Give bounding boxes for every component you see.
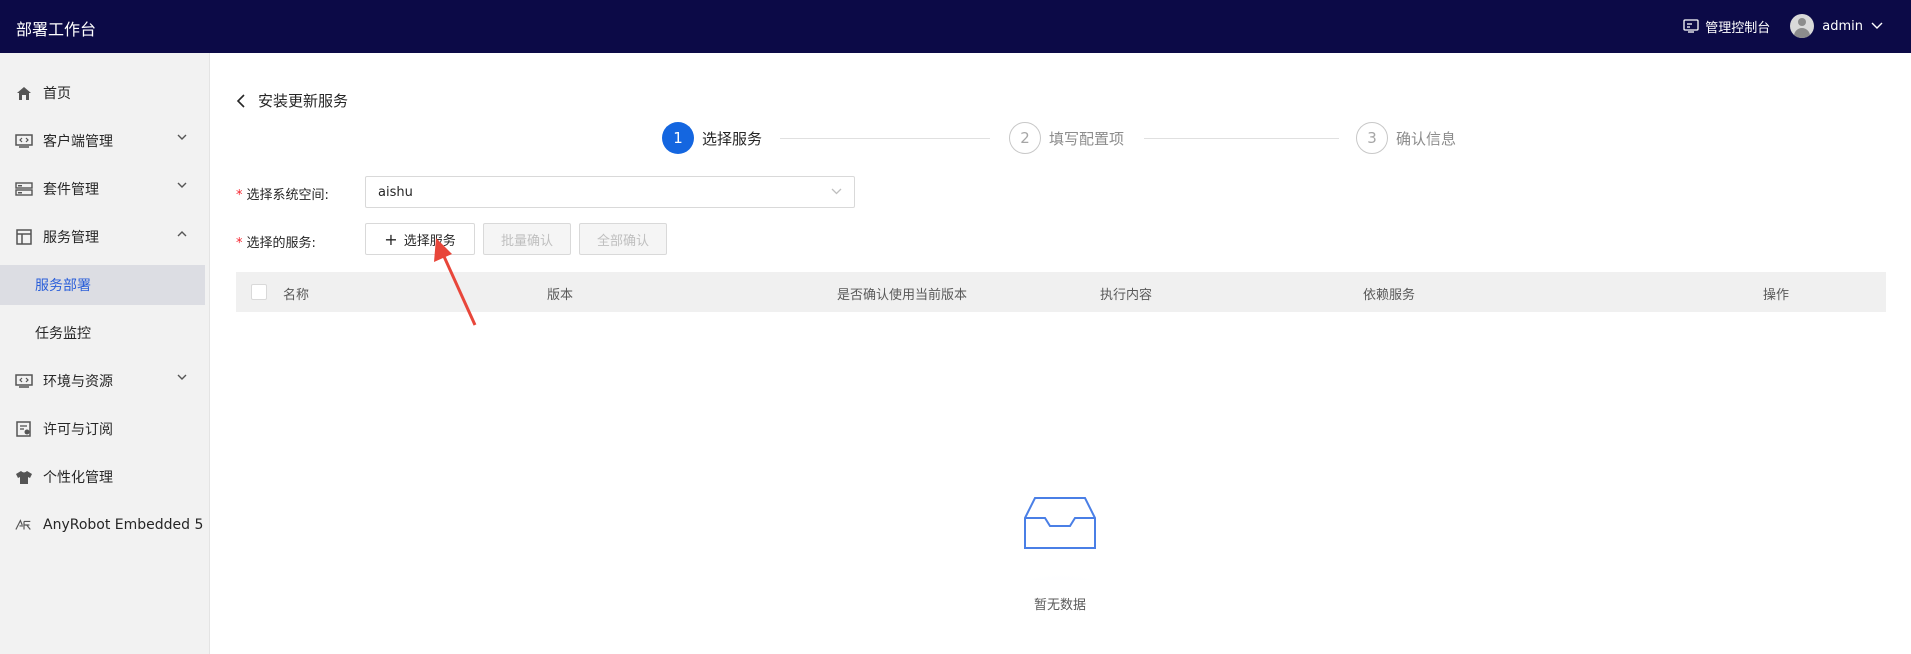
column-header-version: 版本 — [547, 288, 574, 303]
chevron-down-icon — [177, 182, 187, 188]
page-title-text: 安装更新服务 — [258, 92, 349, 110]
label-text: 选择的服务: — [246, 236, 316, 251]
sidebar-item-label: 服务管理 — [43, 230, 99, 246]
back-arrow-icon[interactable] — [236, 93, 246, 108]
selected-services-label: * 选择的服务: — [236, 232, 316, 251]
license-icon — [15, 420, 33, 438]
system-space-label: * 选择系统空间: — [236, 184, 329, 203]
console-icon — [1683, 19, 1699, 33]
empty-inbox-icon — [990, 497, 1130, 618]
avatar[interactable] — [1790, 14, 1815, 38]
sidebar-item-home[interactable]: 首页 — [0, 73, 205, 113]
sidebar-item-label: 首页 — [43, 86, 71, 102]
sidebar-item-client-management[interactable]: 客户端管理 — [0, 121, 205, 161]
page-title: 安装更新服务 — [236, 90, 348, 111]
app-title: 部署工作台 — [16, 20, 97, 39]
server-rack-icon — [15, 180, 33, 198]
button-label: 选择服务 — [403, 233, 456, 249]
top-header: 部署工作台 管理控制台 admin — [0, 0, 1911, 53]
home-icon — [15, 84, 33, 102]
sidebar-item-label: AnyRobot Embedded 5 — [43, 517, 204, 533]
step-2: 2 填写配置项 — [1009, 122, 1124, 154]
tshirt-icon — [15, 468, 33, 486]
sidebar-item-environment-resources[interactable]: 环境与资源 — [0, 361, 205, 401]
chevron-down-icon — [831, 188, 842, 195]
step-connector — [1144, 138, 1339, 139]
step-1: 1 选择服务 — [662, 122, 762, 154]
confirm-all-button[interactable]: 全部确认 — [579, 223, 667, 255]
column-header-name: 名称 — [283, 288, 310, 303]
empty-text: 暂无数据 — [1033, 598, 1086, 613]
sidebar-item-task-monitor[interactable]: 任务监控 — [0, 313, 205, 353]
sidebar-item-label: 客户端管理 — [43, 134, 113, 150]
batch-confirm-button[interactable]: 批量确认 — [483, 223, 571, 255]
column-header-actions: 操作 — [1763, 288, 1790, 303]
code-window-icon — [15, 372, 33, 390]
column-header-execution: 执行内容 — [1100, 288, 1153, 303]
table-header: 名称 版本 是否确认使用当前版本 执行内容 依赖服务 操作 — [236, 272, 1886, 312]
user-name[interactable]: admin — [1822, 19, 1863, 34]
sidebar-item-license-subscription[interactable]: 许可与订阅 — [0, 409, 205, 449]
system-space-select[interactable]: aishu — [365, 176, 855, 208]
sidebar-item-suite-management[interactable]: 套件管理 — [0, 169, 205, 209]
console-label: 管理控制台 — [1705, 20, 1771, 36]
plus-icon: + — [384, 229, 398, 249]
sidebar-item-label: 环境与资源 — [43, 374, 113, 390]
empty-state: 暂无数据 — [990, 490, 1130, 618]
required-mark: * — [236, 236, 243, 251]
step-label: 确认信息 — [1396, 129, 1457, 148]
sidebar-item-service-management[interactable]: 服务管理 — [0, 217, 205, 257]
column-header-confirm-version: 是否确认使用当前版本 — [837, 288, 968, 303]
label-text: 选择系统空间: — [246, 188, 329, 203]
select-service-button[interactable]: + 选择服务 — [365, 223, 475, 255]
chevron-up-icon — [177, 231, 187, 237]
sidebar-item-service-deploy[interactable]: 服务部署 — [0, 265, 205, 305]
step-label: 填写配置项 — [1049, 129, 1125, 148]
sidebar-item-label: 许可与订阅 — [43, 422, 113, 438]
layout-icon — [15, 228, 33, 246]
button-label: 全部确认 — [596, 233, 649, 249]
sidebar-item-personalization[interactable]: 个性化管理 — [0, 457, 205, 497]
step-connector — [780, 138, 990, 139]
step-number: 1 — [662, 122, 694, 154]
sidebar-item-label: 套件管理 — [43, 182, 99, 198]
step-3: 3 确认信息 — [1356, 122, 1456, 154]
code-window-icon — [15, 132, 33, 150]
sidebar-item-anyrobot[interactable]: AnyRobot Embedded 5 — [0, 505, 205, 545]
column-header-dependencies: 依赖服务 — [1363, 288, 1416, 303]
sidebar-item-label: 任务监控 — [35, 326, 91, 342]
sidebar-item-label: 个性化管理 — [43, 470, 113, 486]
chevron-down-icon[interactable] — [1871, 22, 1883, 30]
chevron-down-icon — [177, 374, 187, 380]
required-mark: * — [236, 188, 243, 203]
header-actions: 管理控制台 admin — [1683, 14, 1883, 38]
sidebar-item-label: 服务部署 — [35, 278, 91, 294]
chevron-down-icon — [177, 134, 187, 140]
step-label: 选择服务 — [702, 129, 763, 148]
select-value: aishu — [378, 184, 413, 200]
button-label: 批量确认 — [500, 233, 553, 249]
admin-console-link[interactable]: 管理控制台 — [1683, 17, 1770, 36]
select-all-checkbox[interactable] — [251, 284, 267, 300]
step-number: 3 — [1356, 122, 1388, 154]
steps: 1 选择服务 2 填写配置项 3 确认信息 — [662, 122, 1462, 156]
step-number: 2 — [1009, 122, 1041, 154]
anyrobot-logo-icon — [15, 516, 33, 534]
